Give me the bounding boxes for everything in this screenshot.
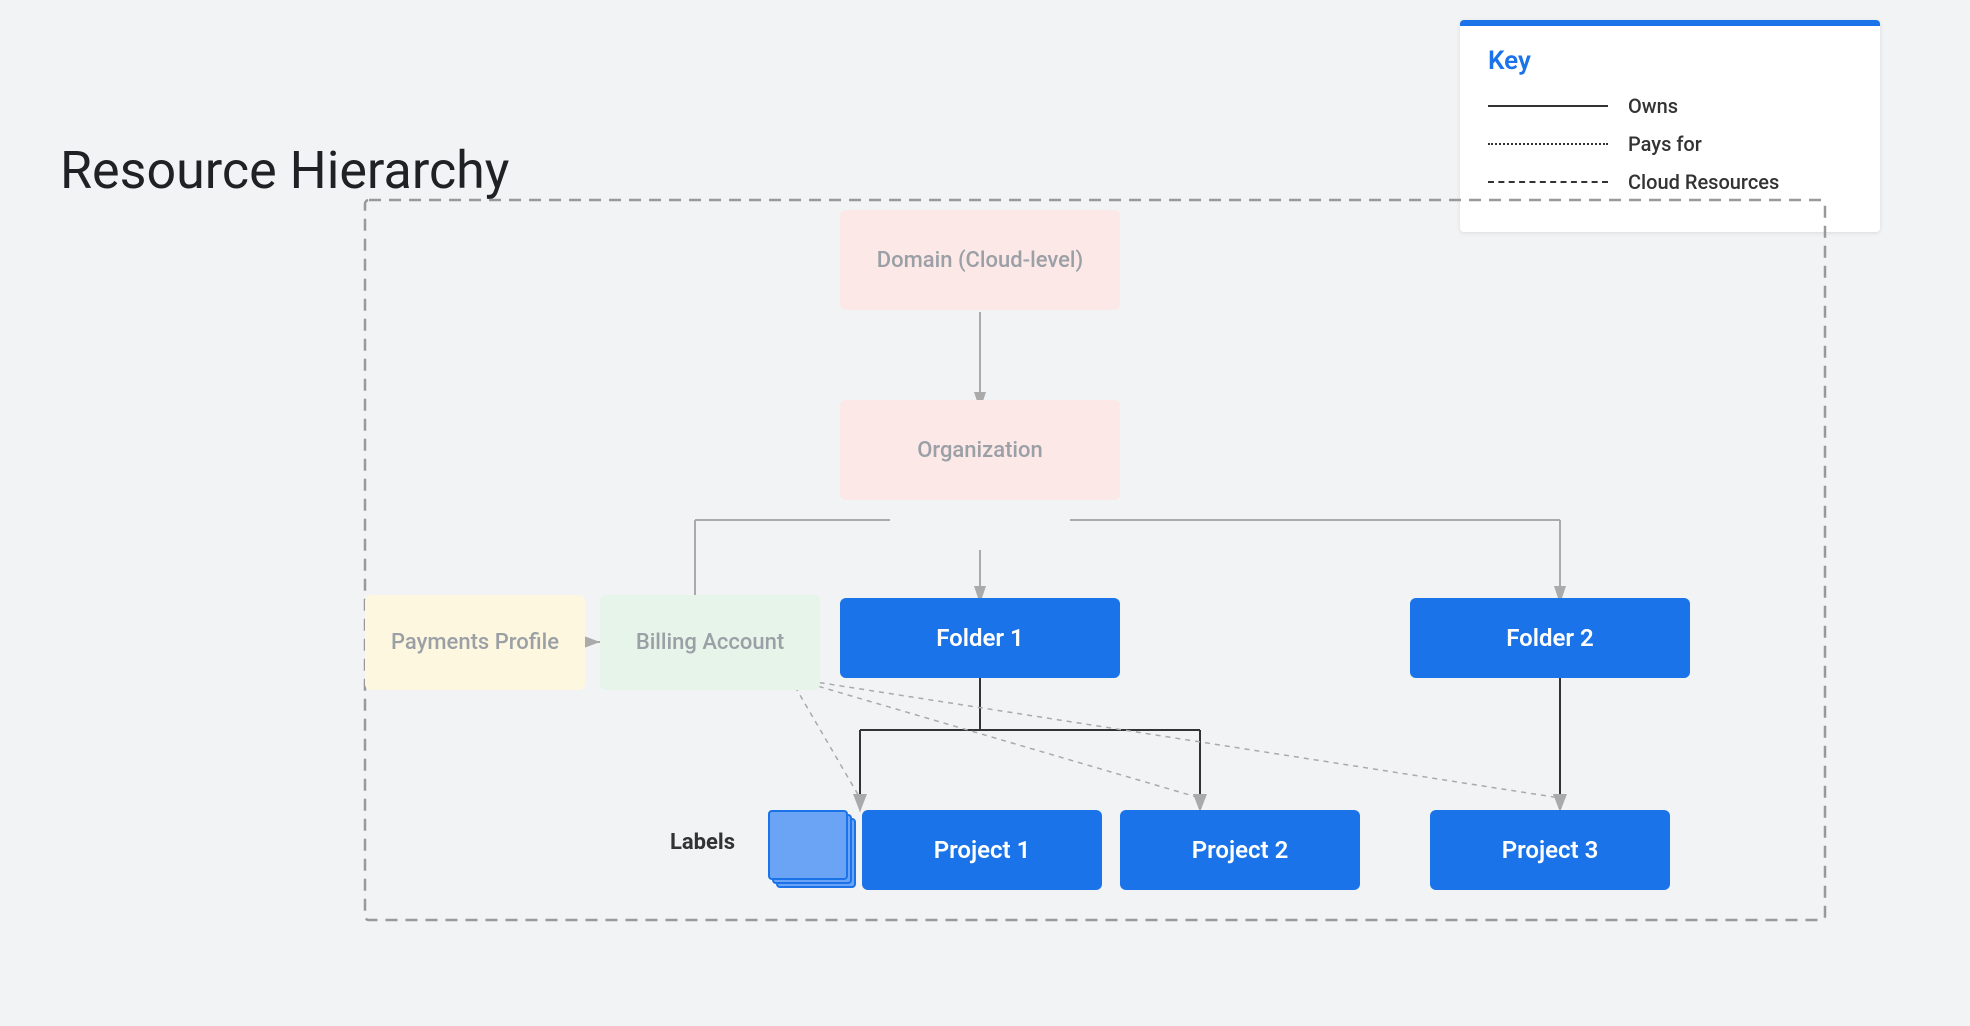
diagram: Domain (Cloud-level) Organization Billin…	[300, 130, 1880, 980]
key-row-owns: Owns	[1488, 94, 1852, 118]
organization-node: Organization	[840, 400, 1120, 500]
billing-account-node: Billing Account	[600, 595, 820, 690]
payments-profile-node: Payments Profile	[365, 595, 585, 690]
key-label-owns: Owns	[1628, 94, 1678, 118]
project3-node: Project 3	[1430, 810, 1670, 890]
project1-node: Project 1	[862, 810, 1102, 890]
folder2-node: Folder 2	[1410, 598, 1690, 678]
key-line-solid	[1488, 105, 1608, 107]
key-title: Key	[1488, 46, 1852, 76]
project2-node: Project 2	[1120, 810, 1360, 890]
labels-text: Labels	[670, 830, 735, 855]
folder1-node: Folder 1	[840, 598, 1120, 678]
domain-node: Domain (Cloud-level)	[840, 210, 1120, 310]
